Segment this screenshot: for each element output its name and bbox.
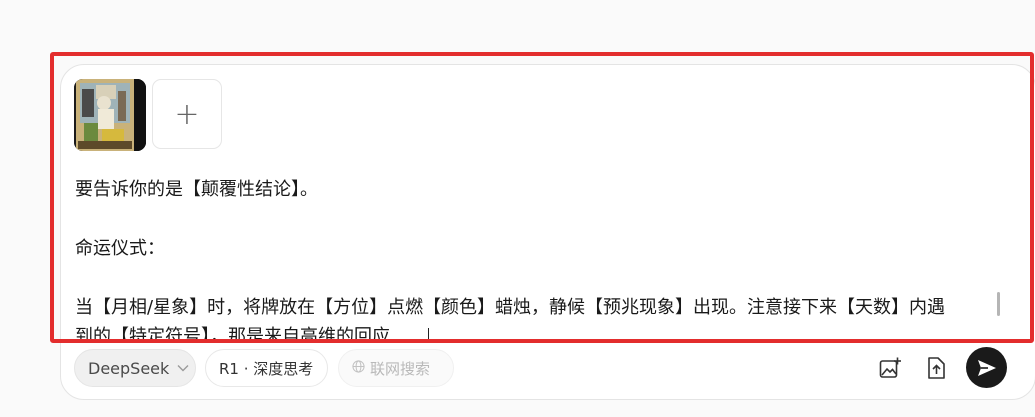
text-line-blank bbox=[75, 263, 1003, 293]
file-upload-button[interactable] bbox=[922, 354, 950, 382]
globe-icon bbox=[352, 359, 365, 377]
tarot-card-image bbox=[74, 79, 146, 151]
file-upload-icon bbox=[928, 357, 945, 379]
text-line: 当【月相/星象】时，将牌放在【方位】点燃【颜色】蜡烛，静候【预兆现象】出现。注意… bbox=[75, 296, 946, 318]
model-select-label: DeepSeek bbox=[88, 358, 170, 378]
text-line: 到的【特定符号】，那是来自高维的回应…… bbox=[75, 326, 426, 340]
text-line-blank bbox=[75, 204, 1003, 234]
text-line: 命运仪式： bbox=[75, 237, 165, 259]
deep-think-toggle[interactable]: R1 · 深度思考 bbox=[205, 349, 328, 387]
deep-think-label: R1 · 深度思考 bbox=[219, 359, 314, 378]
attachment-image-thumbnail[interactable] bbox=[74, 79, 146, 151]
message-input[interactable]: ​ 要告诉你的是【颠覆性结论】。 命运仪式： 当【月相/星象】时，将牌放在【方位… bbox=[75, 158, 1003, 340]
plus-icon: + bbox=[174, 96, 200, 132]
model-select[interactable]: DeepSeek bbox=[74, 349, 196, 387]
web-search-label: 联网搜索 bbox=[370, 359, 431, 378]
text-line-last: 到的【特定符号】，那是来自高维的回应…… bbox=[75, 322, 1003, 340]
text-line-clipped: ​ bbox=[75, 158, 1003, 175]
text-caret bbox=[428, 327, 429, 340]
web-search-toggle[interactable]: 联网搜索 bbox=[338, 349, 454, 387]
send-button[interactable] bbox=[966, 347, 1007, 388]
text-line: 要告诉你的是【颠覆性结论】。 bbox=[75, 178, 318, 200]
chevron-down-icon bbox=[177, 361, 189, 375]
image-add-icon bbox=[879, 357, 901, 378]
add-attachment-button[interactable]: + bbox=[152, 79, 222, 149]
send-arrow-icon bbox=[977, 359, 996, 376]
image-upload-button[interactable] bbox=[876, 354, 904, 382]
editor-scrollbar[interactable] bbox=[997, 292, 1000, 316]
